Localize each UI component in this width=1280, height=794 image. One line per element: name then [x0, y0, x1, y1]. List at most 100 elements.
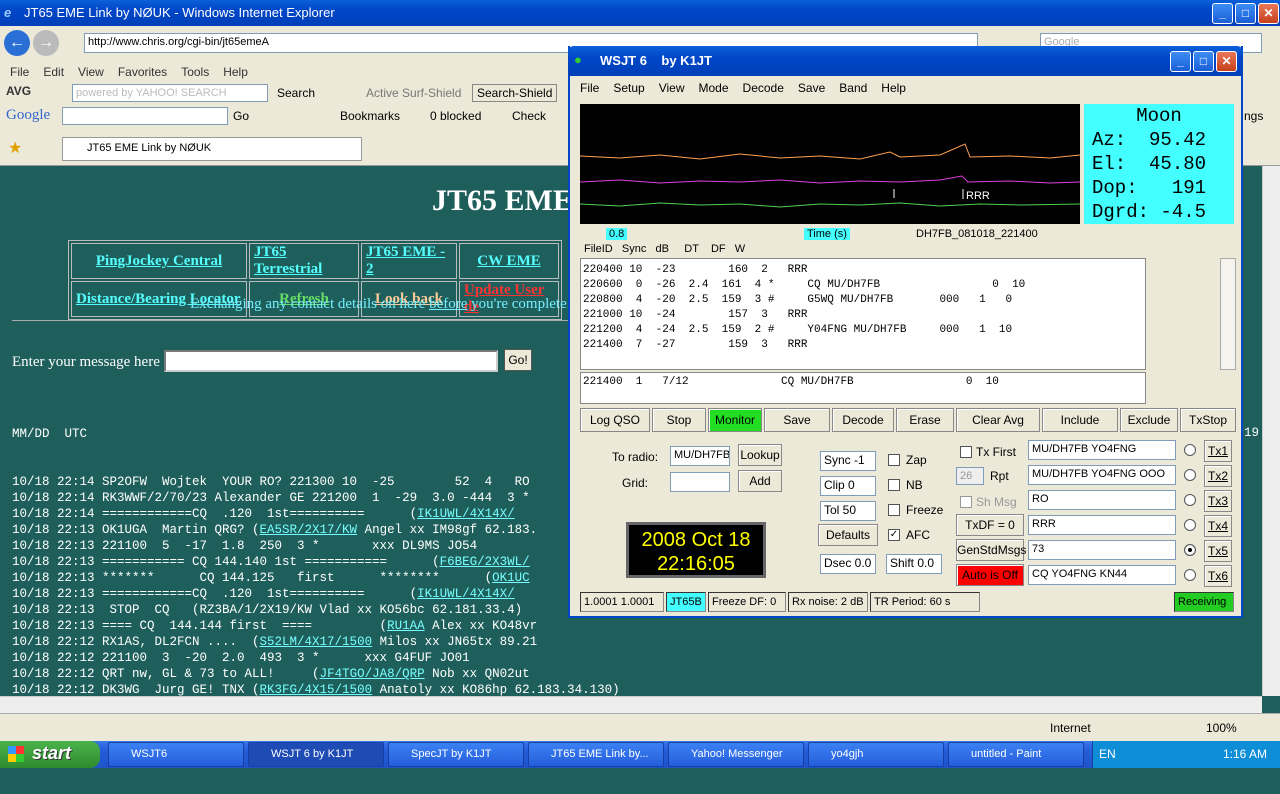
- decode-line[interactable]: 220600 0 -26 2.4 161 4 * CQ MU/DH7FB 0 1…: [583, 278, 1025, 293]
- tx1-button[interactable]: Tx1: [1204, 440, 1232, 462]
- ie-vertical-scrollbar[interactable]: [1262, 166, 1280, 696]
- callsign-link[interactable]: IK1UWL/4X14X/: [417, 587, 515, 601]
- google-go-button[interactable]: Go: [233, 109, 249, 123]
- wsjt-maximize-button[interactable]: □: [1193, 51, 1214, 72]
- callsign-link[interactable]: EA5SR/2X17/KW: [260, 523, 358, 537]
- menu-view[interactable]: View: [78, 65, 104, 79]
- tx3-button[interactable]: Tx3: [1204, 490, 1232, 512]
- ie-close-button[interactable]: ✕: [1258, 3, 1279, 24]
- avg-logo[interactable]: AVG: [6, 84, 31, 98]
- decode-scrollbar[interactable]: [1220, 258, 1236, 370]
- wsjt-menu-help[interactable]: Help: [881, 81, 906, 95]
- wsjt-menu-view[interactable]: View: [659, 81, 685, 95]
- rpt-field[interactable]: 26: [956, 467, 984, 485]
- decode-line[interactable]: 221200 4 -24 2.5 159 2 # Y04FNG MU/DH7FB…: [583, 323, 1025, 338]
- defaults-button[interactable]: Defaults: [818, 524, 878, 546]
- ie-minimize-button[interactable]: _: [1212, 3, 1233, 24]
- decode-line[interactable]: 221000 10 -24 157 3 RRR: [583, 308, 1025, 323]
- wsjt-menu-band[interactable]: Band: [839, 81, 867, 95]
- forward-button[interactable]: →: [33, 30, 59, 56]
- wsjt-minimize-button[interactable]: _: [1170, 51, 1191, 72]
- lookup-button[interactable]: Lookup: [738, 444, 782, 466]
- tx1-radio[interactable]: [1184, 444, 1196, 456]
- wsjt-menu-file[interactable]: File: [580, 81, 599, 95]
- wsjt-menu-mode[interactable]: Mode: [699, 81, 729, 95]
- genstdmsgs-button[interactable]: GenStdMsgs: [956, 539, 1026, 561]
- taskbar-item[interactable]: untitled - Paint: [948, 742, 1084, 767]
- callsign-link[interactable]: RK3FG/4X15/1500: [260, 683, 373, 697]
- callsign-link[interactable]: S52LM/4X17/1500: [260, 635, 373, 649]
- go-button[interactable]: Go!: [504, 349, 532, 371]
- menu-edit[interactable]: Edit: [43, 65, 64, 79]
- tx1-message[interactable]: MU/DH7FB YO4FNG: [1028, 440, 1176, 460]
- callsign-link[interactable]: RU1AA: [387, 619, 425, 633]
- nb-checkbox[interactable]: [888, 479, 900, 491]
- decode-line[interactable]: 220800 4 -20 2.5 159 3 # G5WQ MU/DH7FB 0…: [583, 293, 1025, 308]
- sync-control[interactable]: Sync -1: [820, 451, 876, 471]
- settings-button[interactable]: ngs: [1244, 109, 1263, 123]
- message-input[interactable]: [164, 350, 498, 372]
- menu-help[interactable]: Help: [223, 65, 248, 79]
- btn-stop[interactable]: Stop: [652, 408, 706, 432]
- ie-horizontal-scrollbar[interactable]: [0, 696, 1262, 713]
- freeze-checkbox[interactable]: [888, 504, 900, 516]
- tx5-message[interactable]: 73: [1028, 540, 1176, 560]
- menu-file[interactable]: File: [10, 65, 29, 79]
- btn-erase[interactable]: Erase: [896, 408, 954, 432]
- shift-control[interactable]: Shift 0.0: [886, 554, 942, 574]
- btn-exclude[interactable]: Exclude: [1120, 408, 1178, 432]
- dsec-control[interactable]: Dsec 0.0: [820, 554, 876, 574]
- favorites-star-icon[interactable]: ★: [8, 138, 22, 158]
- afc-checkbox[interactable]: ✓: [888, 529, 900, 541]
- popups-blocked[interactable]: 0 blocked: [430, 109, 481, 123]
- yahoo-search-field[interactable]: powered by YAHOO! SEARCH: [72, 84, 268, 102]
- tray-clock[interactable]: 1:16 AM: [1223, 747, 1267, 761]
- txfirst-checkbox[interactable]: [960, 446, 972, 458]
- btn-log-qso[interactable]: Log QSO: [580, 408, 650, 432]
- txdf-button[interactable]: TxDF = 0: [956, 514, 1024, 536]
- tol-control[interactable]: Tol 50: [820, 501, 876, 521]
- nav-jt65-eme2[interactable]: JT65 EME - 2: [361, 243, 457, 279]
- tx6-button[interactable]: Tx6: [1204, 565, 1232, 587]
- tx3-message[interactable]: RO: [1028, 490, 1176, 510]
- taskbar-item[interactable]: yo4gjh: [808, 742, 944, 767]
- zap-checkbox[interactable]: [888, 454, 900, 466]
- browser-tab[interactable]: JT65 EME Link by NØUK: [62, 137, 362, 161]
- back-button[interactable]: ←: [4, 30, 30, 56]
- start-button[interactable]: start: [0, 741, 100, 768]
- wsjt-menu-setup[interactable]: Setup: [613, 81, 644, 95]
- wsjt-close-button[interactable]: ✕: [1216, 51, 1237, 72]
- add-button[interactable]: Add: [738, 470, 782, 492]
- tx4-radio[interactable]: [1184, 519, 1196, 531]
- tx2-message[interactable]: MU/DH7FB YO4FNG OOO: [1028, 465, 1176, 485]
- menu-tools[interactable]: Tools: [181, 65, 209, 79]
- grid-field[interactable]: [670, 472, 730, 492]
- tx2-button[interactable]: Tx2: [1204, 465, 1232, 487]
- wsjt-menu-save[interactable]: Save: [798, 81, 825, 95]
- btn-save[interactable]: Save: [764, 408, 830, 432]
- search-button[interactable]: Search: [277, 86, 315, 100]
- decode-line[interactable]: 221400 7 -27 159 3 RRR: [583, 338, 1025, 353]
- btn-txstop[interactable]: TxStop: [1180, 408, 1236, 432]
- tx4-button[interactable]: Tx4: [1204, 515, 1232, 537]
- btn-include[interactable]: Include: [1042, 408, 1118, 432]
- menu-favorites[interactable]: Favorites: [118, 65, 167, 79]
- clip-control[interactable]: Clip 0: [820, 476, 876, 496]
- taskbar-item[interactable]: WSJT6: [108, 742, 244, 767]
- callsign-link[interactable]: OK1UC: [492, 571, 530, 585]
- active-surf-shield[interactable]: Active Surf-Shield: [366, 86, 461, 100]
- zoom-level[interactable]: 100%: [1206, 721, 1237, 735]
- check-button[interactable]: Check: [512, 109, 546, 123]
- nav-pingjockey[interactable]: PingJockey Central: [71, 243, 247, 279]
- auto-off-button[interactable]: Auto is Off: [956, 564, 1024, 586]
- btn-clear-avg[interactable]: Clear Avg: [956, 408, 1040, 432]
- btn-monitor[interactable]: Monitor: [708, 408, 762, 432]
- taskbar-item[interactable]: JT65 EME Link by...: [528, 742, 664, 767]
- tx5-radio[interactable]: [1184, 544, 1196, 556]
- callsign-link[interactable]: F6BEG/2X3WL/: [440, 555, 530, 569]
- tx6-message[interactable]: CQ YO4FNG KN44: [1028, 565, 1176, 585]
- tx3-radio[interactable]: [1184, 494, 1196, 506]
- spectrum-display[interactable]: RRR: [579, 104, 1081, 224]
- nav-cw-eme[interactable]: CW EME: [459, 243, 559, 279]
- language-indicator[interactable]: EN: [1099, 747, 1116, 761]
